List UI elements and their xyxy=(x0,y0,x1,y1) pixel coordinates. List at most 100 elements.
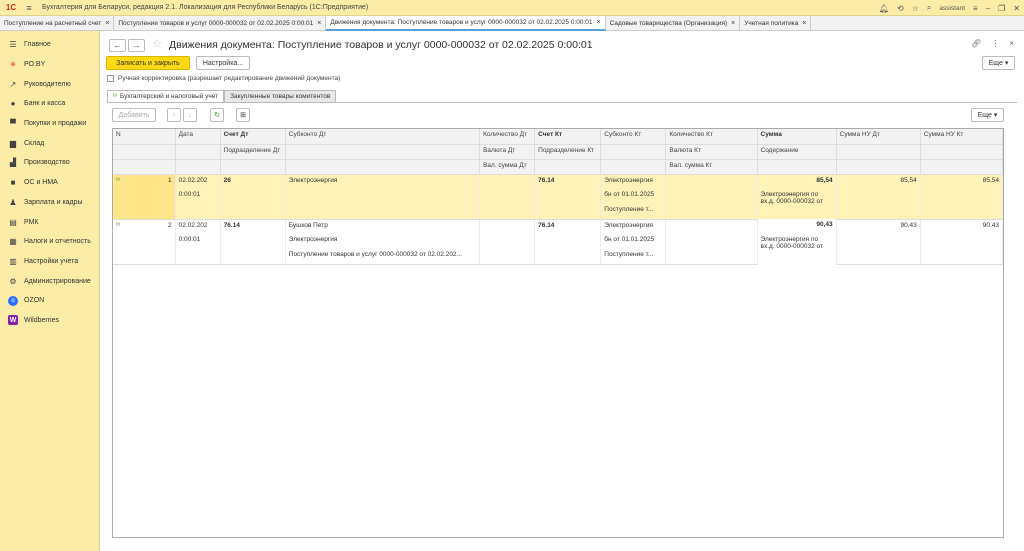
qty-dt-cell[interactable] xyxy=(479,219,536,234)
user-name[interactable]: assistant xyxy=(939,5,965,12)
sum-cell[interactable]: 90,43 xyxy=(757,219,837,234)
sub-kt-cell[interactable]: бн от 01.01.2025 xyxy=(600,234,667,249)
manual-correction-checkbox[interactable] xyxy=(107,75,114,82)
sub-kt-cell[interactable]: Электроэнергия xyxy=(600,219,667,234)
sidebar-item-manager[interactable]: ↗ Руководителю xyxy=(0,74,99,94)
sidebar-item-ozon[interactable]: o OZON xyxy=(0,291,99,311)
nu-dt-cell[interactable]: 90,43 xyxy=(836,219,921,234)
hamburger-menu-icon[interactable]: ≡ xyxy=(22,3,36,13)
col-cursum-kt[interactable]: Вал. сумма Кт xyxy=(665,159,758,175)
col-dept-kt[interactable]: Подразделение Кт xyxy=(534,144,602,160)
col-qty-kt[interactable]: Количество Кт xyxy=(665,129,758,145)
star-icon[interactable]: ☆ xyxy=(912,4,919,13)
sidebar-item-accounting-settings[interactable]: ▥ Настройки учета xyxy=(0,252,99,272)
grid-more-button[interactable]: Еще ▾ xyxy=(971,108,1004,122)
sidebar-item-main[interactable]: ☰ Главное xyxy=(0,35,99,55)
table-row[interactable]: ᴰᵗ 2 02.02.202 76.14 Бушков Петр 76.14 Эл… xyxy=(113,219,1004,234)
app-logo[interactable]: 1С xyxy=(0,0,22,16)
save-close-button[interactable]: Записать и закрыть xyxy=(106,56,190,70)
sub-kt-cell[interactable]: Электроэнергия xyxy=(600,174,667,189)
date-cell[interactable]: 02.02.202 xyxy=(175,174,221,189)
time-cell[interactable]: 0:00:01 xyxy=(175,234,221,249)
col-sum[interactable]: Сумма xyxy=(757,129,837,145)
settings-button[interactable]: Настройка... xyxy=(196,56,250,70)
close-tab-icon[interactable]: × xyxy=(105,20,109,27)
sub-dt-cell[interactable]: Электроэнергия xyxy=(285,174,481,189)
qty-dt-cell[interactable] xyxy=(479,174,536,189)
sub-dt-cell[interactable]: Бушков Петр xyxy=(285,219,481,234)
restore-icon[interactable]: ❐ xyxy=(998,4,1005,13)
sidebar-item-taxes[interactable]: ▦ Налоги и отчетность xyxy=(0,232,99,252)
col-acc-kt[interactable]: Счет Кт xyxy=(534,129,602,145)
table-row[interactable]: ᴰᵗ 1 02.02.202 26 Электроэнергия 76.14 Эл… xyxy=(113,174,1004,189)
col-date[interactable]: Дата xyxy=(175,129,221,145)
sidebar-item-pos[interactable]: ▤ РМК xyxy=(0,212,99,232)
col-cursum-dt[interactable]: Вал. сумма Дт xyxy=(479,159,536,175)
move-up-button[interactable]: ↑ xyxy=(167,108,181,122)
acc-dt-cell[interactable]: 26 xyxy=(220,174,286,189)
sidebar-item-wildberries[interactable]: W Wildberries xyxy=(0,311,99,331)
sidebar-item-ro-by[interactable]: ✳ РО.BY xyxy=(0,55,99,75)
back-button[interactable]: ← xyxy=(109,39,126,52)
more-vertical-icon[interactable]: ⋮ xyxy=(991,39,999,48)
col-n[interactable]: N xyxy=(113,129,176,145)
add-button[interactable]: Добавить xyxy=(112,108,156,122)
move-down-button[interactable]: ↓ xyxy=(183,108,197,122)
favorite-star-icon[interactable]: ☆ xyxy=(152,37,162,50)
sidebar-item-warehouse[interactable]: ▆ Склад xyxy=(0,133,99,153)
sub-dt-cell[interactable]: Поступление товаров и услуг 0000-000032 … xyxy=(285,249,481,265)
forward-button[interactable]: → xyxy=(128,39,145,52)
table-row[interactable]: Поступление т... xyxy=(113,204,1004,220)
col-nu-kt[interactable]: Сумма НУ Кт xyxy=(920,129,1004,145)
close-tab-icon[interactable]: × xyxy=(597,19,601,26)
col-sub-kt[interactable]: Субконто Кт xyxy=(600,129,667,145)
content-cell[interactable]: Электроэнергия по вх.д. 0000-000032 от xyxy=(757,234,837,264)
tab-bank-receipt[interactable]: Поступление на расчетный счет × xyxy=(0,16,115,31)
sidebar-item-purchases-sales[interactable]: ▀ Покупки и продажи xyxy=(0,114,99,134)
close-form-icon[interactable]: × xyxy=(1009,39,1014,48)
close-tab-icon[interactable]: × xyxy=(317,20,321,27)
acc-dt-cell[interactable]: 76.14 xyxy=(220,219,286,234)
col-nu-dt[interactable]: Сумма НУ Дт xyxy=(836,129,921,145)
tab-goods-receipt[interactable]: Поступление товаров и услуг 0000-000032 … xyxy=(114,16,327,31)
sidebar-item-fixed-assets[interactable]: ■ ОС и НМА xyxy=(0,173,99,193)
search-icon[interactable]: ⌕ xyxy=(927,3,931,13)
close-tab-icon[interactable]: × xyxy=(731,20,735,27)
sub-dt-cell[interactable]: Электроэнергия xyxy=(285,234,481,249)
qty-kt-cell[interactable] xyxy=(665,174,758,189)
refresh-button[interactable]: ↻ xyxy=(210,108,224,122)
table-row[interactable]: Поступление товаров и услуг 0000-000032 … xyxy=(113,249,1004,265)
tab-document-movements[interactable]: Движения документа: Поступление товаров … xyxy=(326,16,606,31)
col-dept-dt[interactable]: Подразделение Дт xyxy=(220,144,286,160)
history-icon[interactable]: ⟲ xyxy=(897,4,904,13)
sidebar-item-production[interactable]: ▟ Производство xyxy=(0,153,99,173)
link-icon[interactable]: 🔗︎ xyxy=(971,39,981,48)
tab-accounting-policy[interactable]: Учетная политика × xyxy=(740,16,812,31)
col-cur-dt[interactable]: Валюта Дт xyxy=(479,144,536,160)
export-button[interactable]: ⊞ xyxy=(236,108,250,122)
close-tab-icon[interactable]: × xyxy=(802,20,806,27)
bell-icon[interactable]: 🔔︎ xyxy=(879,4,889,13)
minimize-icon[interactable]: – xyxy=(986,4,990,13)
sidebar-item-administration[interactable]: ⚙ Администрирование xyxy=(0,271,99,291)
acc-kt-cell[interactable]: 76.14 xyxy=(534,219,602,234)
close-icon[interactable]: ✕ xyxy=(1013,4,1020,13)
sub-kt-cell[interactable]: Поступление т... xyxy=(600,249,667,265)
nu-kt-cell[interactable]: 90,43 xyxy=(920,219,1004,234)
time-cell[interactable]: 0:00:01 xyxy=(175,189,221,204)
col-sub-dt[interactable]: Субконто Дт xyxy=(285,129,481,145)
sum-cell[interactable]: 85,54 xyxy=(757,174,837,189)
more-button[interactable]: Еще ▾ xyxy=(982,56,1015,70)
row-number-cell[interactable]: ᴰᵗ 2 xyxy=(113,219,176,234)
tab-garden-partnerships[interactable]: Садовые товарищества (Организация) × xyxy=(606,16,741,31)
table-row[interactable]: 0:00:01 бн от 01.01.2025 Электроэнергия … xyxy=(113,189,1004,219)
nu-kt-cell[interactable]: 85,54 xyxy=(920,174,1004,189)
sub-kt-cell[interactable]: бн от 01.01.2025 xyxy=(600,189,667,204)
content-cell[interactable]: Электроэнергия по вх.д. 0000-000032 от xyxy=(757,189,837,219)
qty-kt-cell[interactable] xyxy=(665,219,758,234)
nu-dt-cell[interactable]: 85,54 xyxy=(836,174,921,189)
col-acc-dt[interactable]: Счет Дт xyxy=(220,129,286,145)
table-row[interactable]: 0:00:01 Электроэнергия бн от 01.01.2025 … xyxy=(113,234,1004,264)
date-cell[interactable]: 02.02.202 xyxy=(175,219,221,234)
sidebar-item-payroll[interactable]: ♟ Зарплата и кадры xyxy=(0,193,99,213)
